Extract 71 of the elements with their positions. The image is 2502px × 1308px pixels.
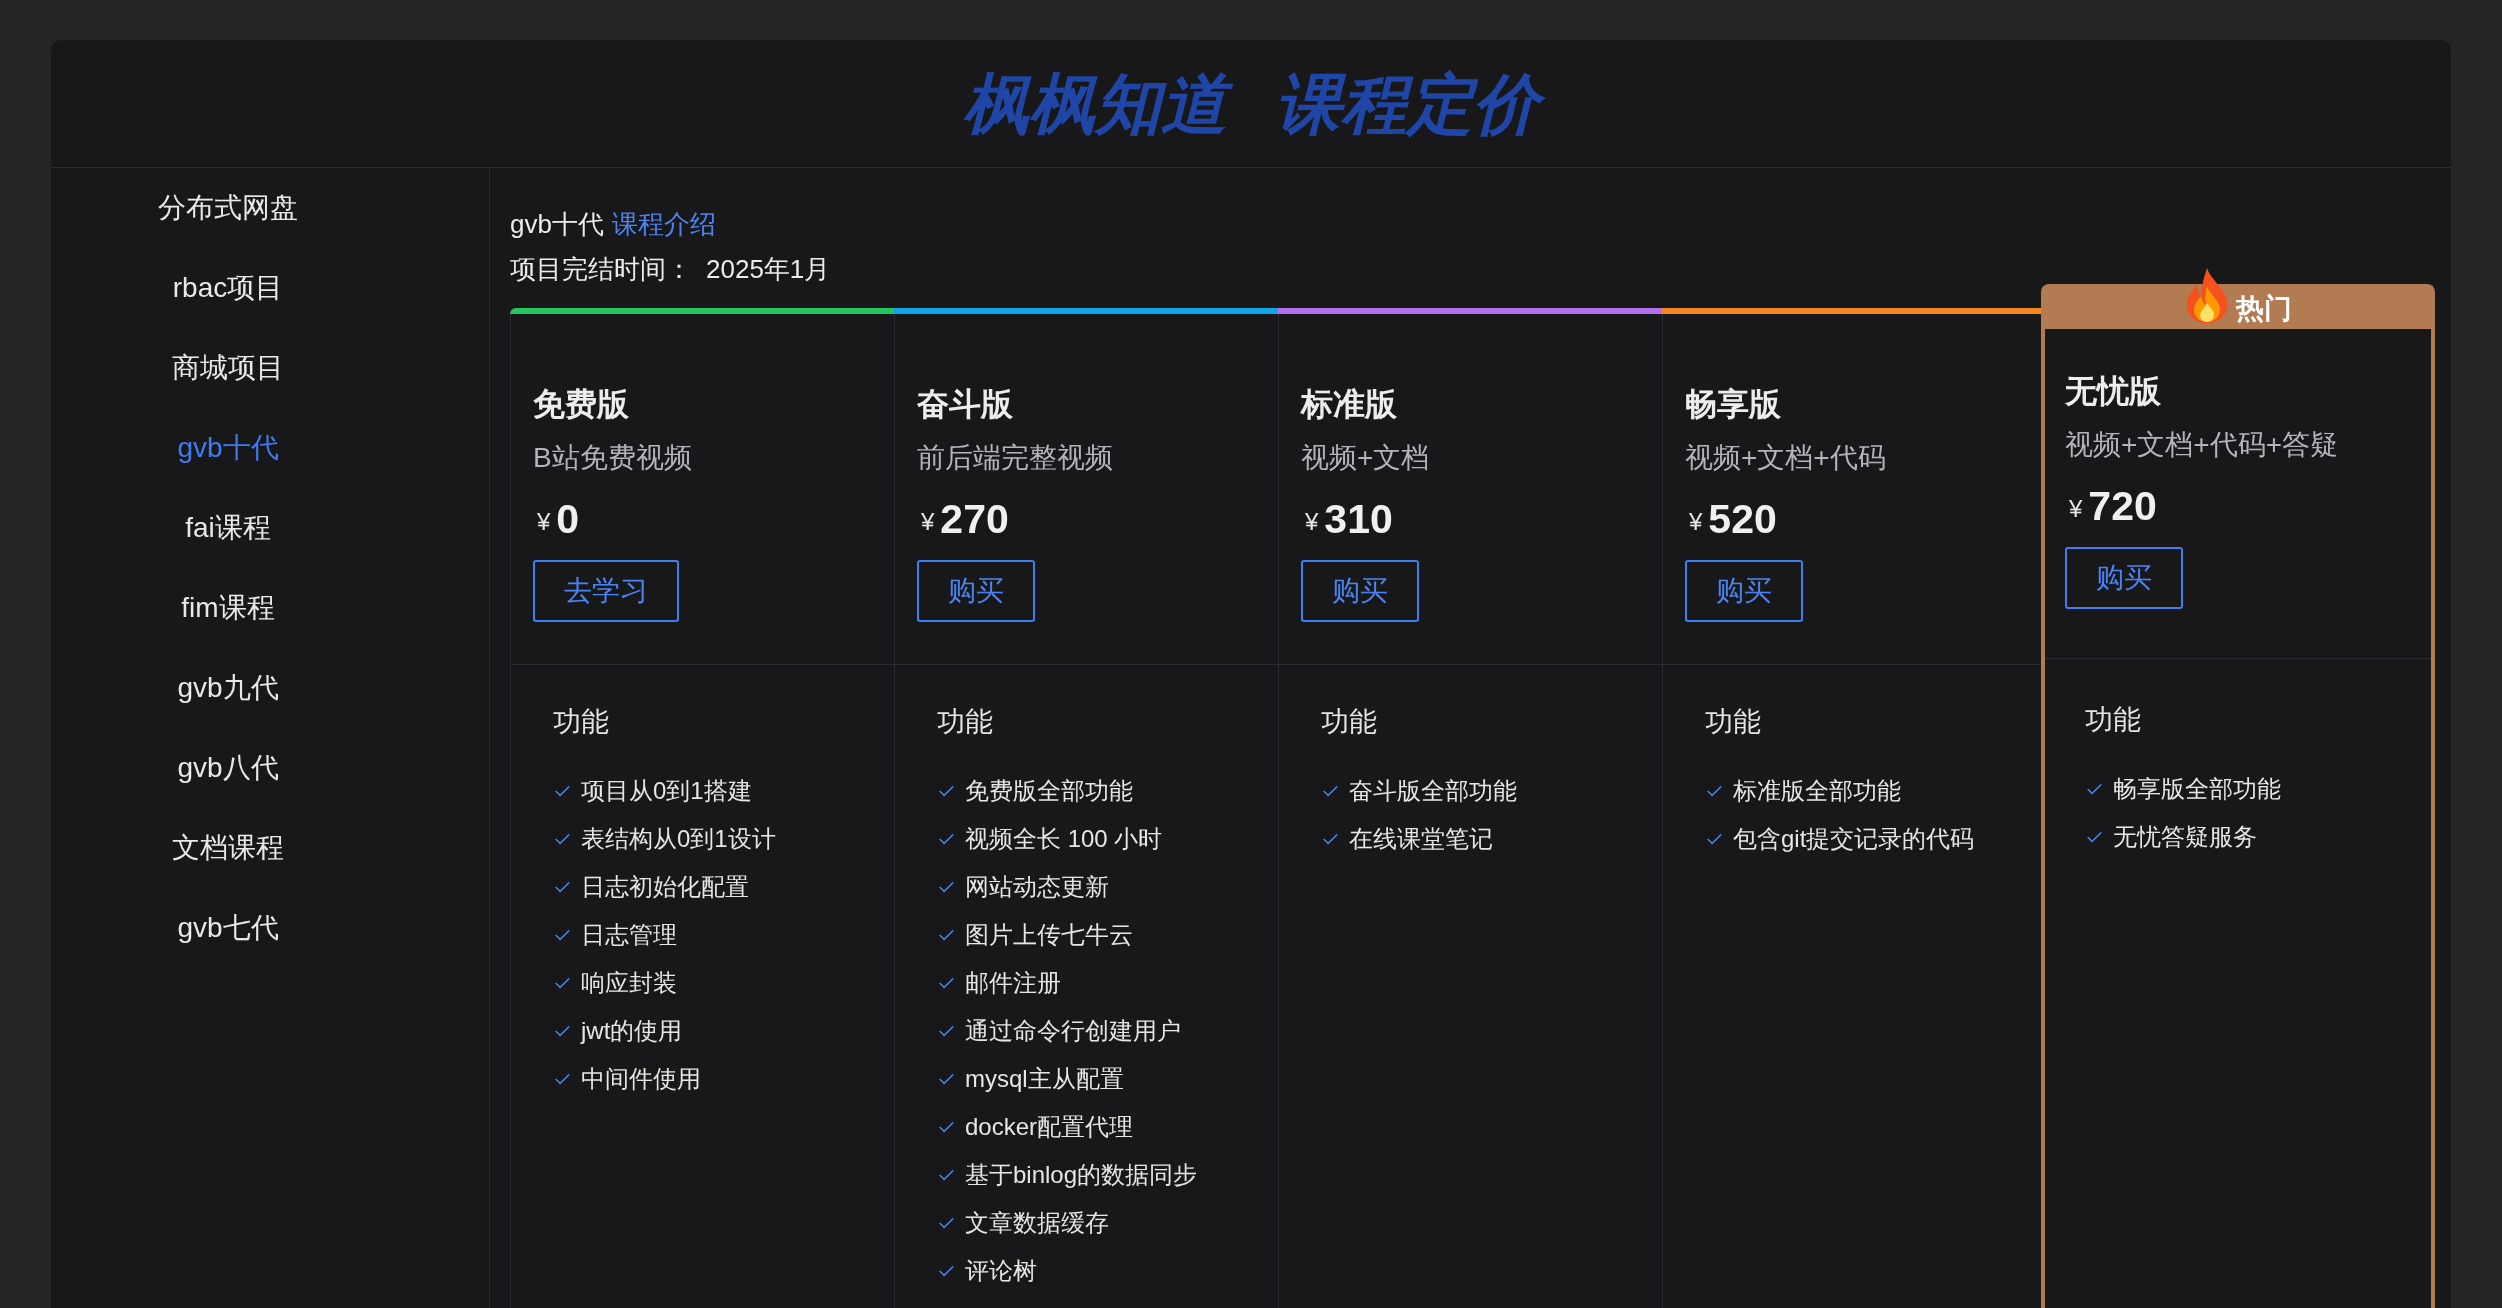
feature-text: 邮件注册 xyxy=(965,968,1061,998)
features-heading: 功能 xyxy=(2085,703,2141,737)
features-heading: 功能 xyxy=(1321,705,1377,739)
sidebar-item[interactable]: fim课程 xyxy=(51,568,405,648)
plan-action-button[interactable]: 购买 xyxy=(1301,560,1419,622)
plan-action-button[interactable]: 购买 xyxy=(2065,547,2183,609)
currency-symbol: ¥ xyxy=(1689,507,1703,537)
sidebar-item[interactable]: 文档课程 xyxy=(51,808,405,888)
feature-text: 奋斗版全部功能 xyxy=(1349,776,1517,806)
feature-text: 日志管理 xyxy=(581,920,677,950)
sidebar-item[interactable]: fai课程 xyxy=(51,488,405,568)
sidebar-item[interactable]: 分布式网盘 xyxy=(51,168,405,248)
feature-text: mysql主从配置 xyxy=(965,1064,1124,1094)
plan-price: 310 xyxy=(1324,495,1393,544)
plan-title: 无忧版 xyxy=(2065,372,2161,411)
plan-price: 520 xyxy=(1708,495,1777,544)
currency-symbol: ¥ xyxy=(1305,507,1319,537)
feature-text: 畅享版全部功能 xyxy=(2113,774,2281,804)
plan-price: 720 xyxy=(2088,482,2157,531)
sidebar-item[interactable]: gvb九代 xyxy=(51,648,405,728)
feature-text: 日志初始化配置 xyxy=(581,872,749,902)
currency-symbol: ¥ xyxy=(2069,494,2083,524)
feature-text: 中间件使用 xyxy=(581,1064,701,1094)
features-heading: 功能 xyxy=(937,705,993,739)
plan-subtitle: 视频+文档+代码 xyxy=(1685,441,1886,475)
feature-text: 响应封装 xyxy=(581,968,677,998)
feature-text: 视频全长 100 小时 xyxy=(965,824,1163,854)
plan-action-button[interactable]: 购买 xyxy=(917,560,1035,622)
sidebar-item[interactable]: 商城项目 xyxy=(51,328,405,408)
flame-icon xyxy=(2184,266,2230,323)
feature-text: 标准版全部功能 xyxy=(1733,776,1901,806)
finish-date: 2025年1月 xyxy=(706,253,831,286)
features-heading: 功能 xyxy=(1705,705,1761,739)
sidebar-item[interactable]: gvb十代 xyxy=(51,408,405,488)
badge-label: 热门 xyxy=(2236,291,2292,326)
plan-title: 标准版 xyxy=(1301,385,1397,424)
course-name: gvb十代 xyxy=(510,208,604,241)
feature-text: 网站动态更新 xyxy=(965,872,1109,902)
plan-title: 畅享版 xyxy=(1685,385,1781,424)
feature-text: 免费版全部功能 xyxy=(965,776,1133,806)
sidebar-item[interactable]: gvb七代 xyxy=(51,888,405,968)
plan-price: 0 xyxy=(556,495,580,544)
course-intro-link[interactable]: 课程介绍 xyxy=(611,205,716,244)
features-heading: 功能 xyxy=(553,705,609,739)
feature-text: 文章数据缓存 xyxy=(965,1208,1109,1238)
plan-subtitle: 视频+文档+代码+答疑 xyxy=(2065,428,2339,462)
plan-subtitle: 前后端完整视频 xyxy=(917,441,1113,475)
plan-subtitle: B站免费视频 xyxy=(533,441,692,475)
currency-symbol: ¥ xyxy=(537,507,551,537)
plan-action-button[interactable]: 购买 xyxy=(1685,560,1803,622)
feature-text: 基于binlog的数据同步 xyxy=(965,1160,1198,1190)
currency-symbol: ¥ xyxy=(921,507,935,537)
feature-text: 通过命令行创建用户 xyxy=(965,1016,1181,1046)
feature-text: docker配置代理 xyxy=(965,1112,1134,1142)
feature-text: 包含git提交记录的代码 xyxy=(1733,824,1975,854)
plan-action-button[interactable]: 去学习 xyxy=(533,560,679,622)
feature-text: jwt的使用 xyxy=(581,1016,683,1046)
feature-text: 评论树 xyxy=(965,1256,1037,1286)
plan-title: 奋斗版 xyxy=(917,385,1013,424)
feature-text: 图片上传七牛云 xyxy=(965,920,1133,950)
feature-text: 项目从0到1搭建 xyxy=(581,776,752,806)
finish-label: 项目完结时间： xyxy=(510,253,692,286)
sidebar-item[interactable]: gvb八代 xyxy=(51,728,405,808)
page-title: 枫枫知道 课程定价 xyxy=(946,61,1556,146)
feature-text: 无忧答疑服务 xyxy=(2113,822,2257,852)
feature-text: 在线课堂笔记 xyxy=(1349,824,1493,854)
plan-subtitle: 视频+文档 xyxy=(1301,441,1430,475)
plan-title: 免费版 xyxy=(533,385,629,424)
sidebar-item[interactable]: rbac项目 xyxy=(51,248,405,328)
plan-price: 270 xyxy=(940,495,1009,544)
feature-text: 表结构从0到1设计 xyxy=(581,824,776,854)
